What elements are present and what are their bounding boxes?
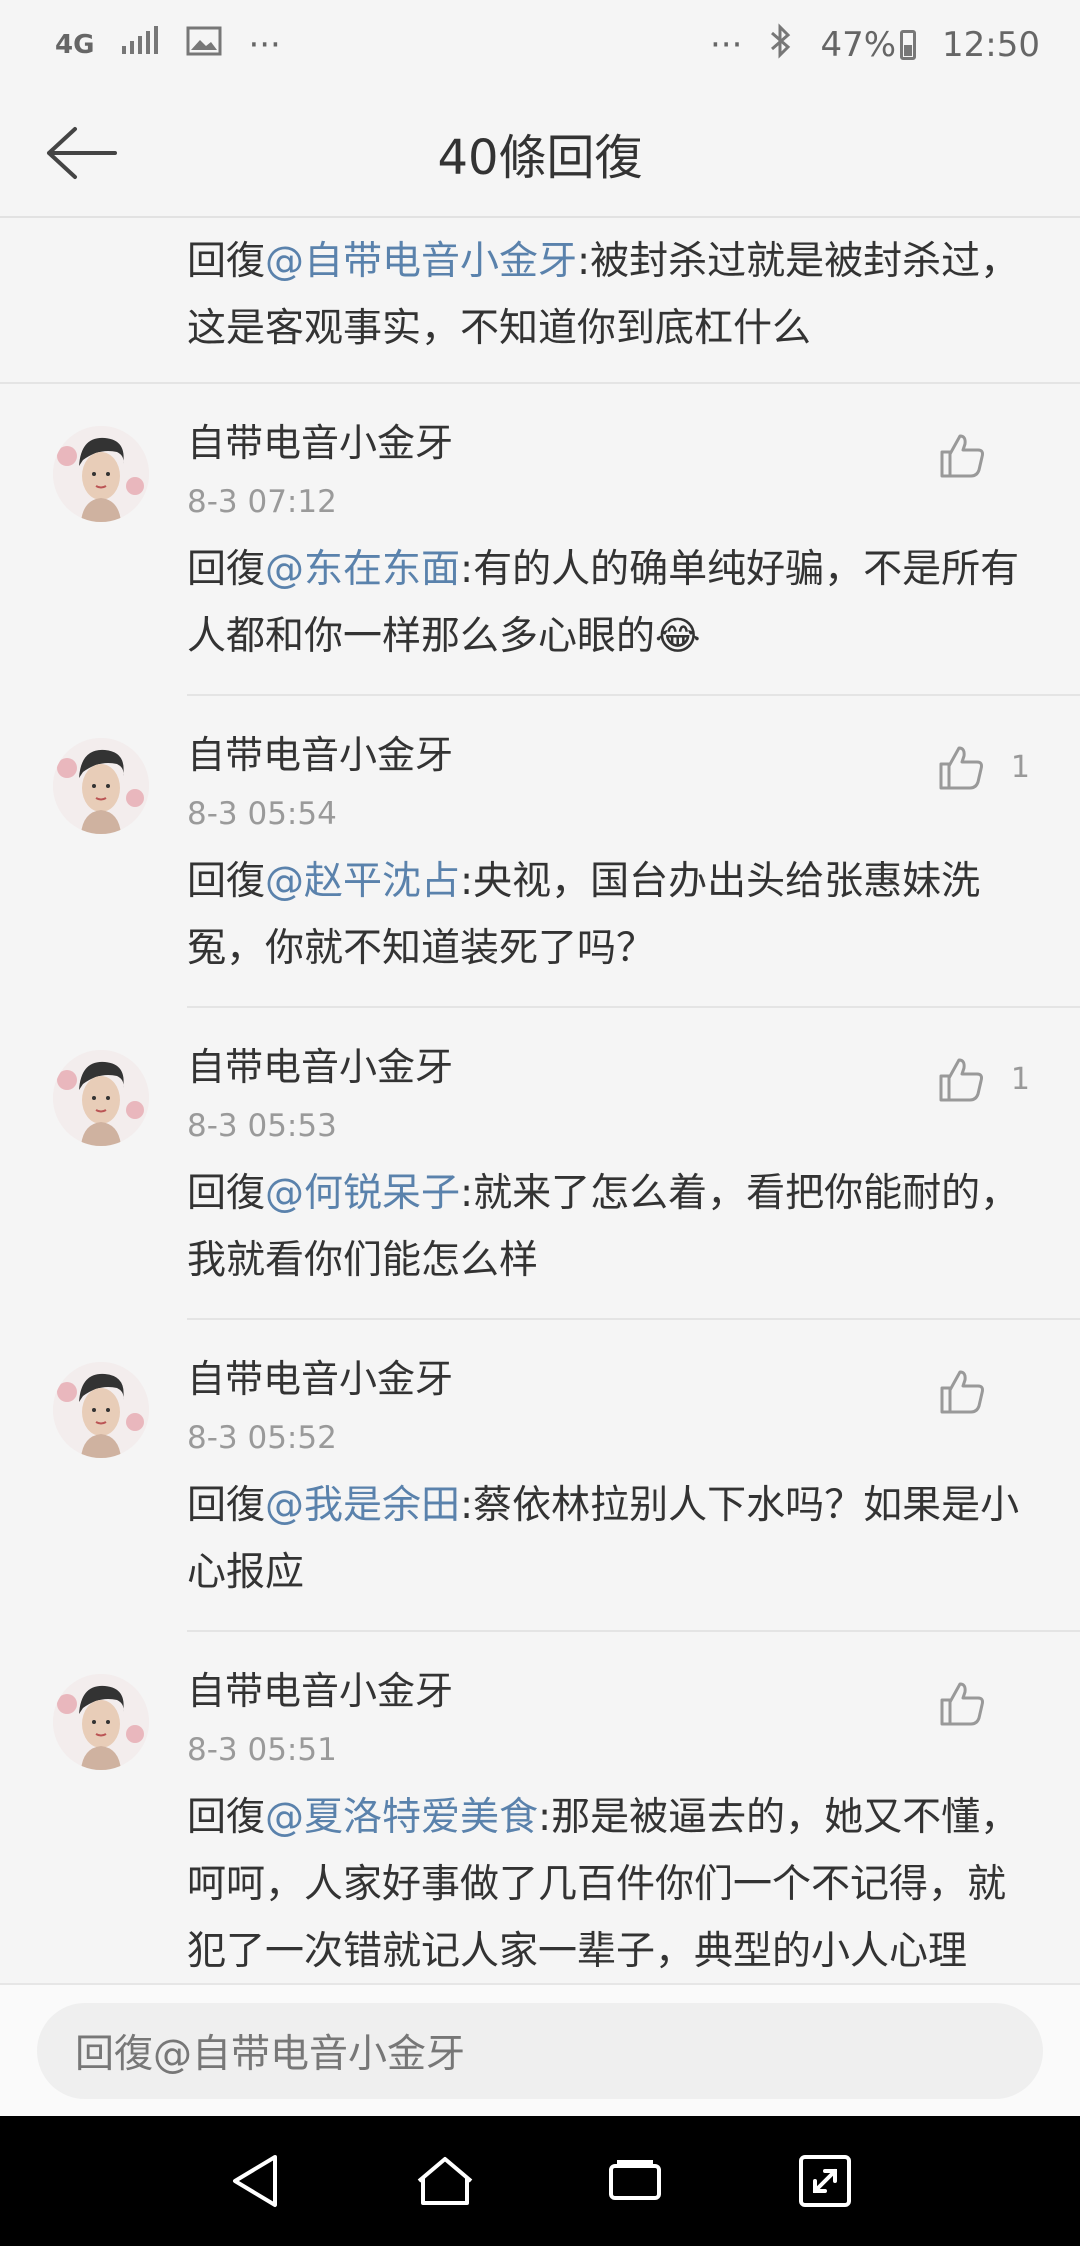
status-bar: 4G ··· ··· 47% 12:50 [0, 0, 1080, 90]
back-button[interactable] [40, 118, 120, 188]
battery-icon [900, 30, 917, 60]
timestamp: 8-3 05:52 [187, 1420, 337, 1456]
username[interactable]: 自带电音小金牙 [187, 1038, 1030, 1096]
bluetooth-icon [768, 22, 794, 68]
reply-prefix: 回復 [187, 1483, 266, 1528]
reply-prefix: 回復 [187, 1795, 266, 1840]
mention-link[interactable]: @东在东面 [265, 547, 460, 592]
list-item[interactable]: 自带电音小金牙 8-3 05:51 回復@夏洛特爱美食:那是被逼去的，她又不懂，… [0, 1632, 1080, 1983]
system-nav-bar [0, 2116, 1080, 2246]
list-item[interactable]: 自带电音小金牙 8-3 07:12 回復@东在东面:有的人的确单纯好骗，不是所有… [0, 384, 1080, 696]
timestamp: 8-3 05:54 [187, 796, 337, 832]
list-item[interactable]: 自带电音小金牙 8-3 05:52 回復@我是余田:蔡依林拉别人下水吗？如果是小… [0, 1320, 1080, 1632]
image-icon [186, 25, 222, 65]
thumbs-up-icon [940, 1682, 984, 1726]
thumbs-up-icon [940, 434, 984, 478]
list-item[interactable]: 自带电音小金牙 8-3 05:53 回復@何锐呆子:就来了怎么着，看把你能耐的，… [0, 1008, 1080, 1320]
expand-icon [799, 2155, 851, 2207]
battery-percent: 47% [820, 25, 897, 65]
avatar[interactable] [53, 1362, 149, 1458]
mention-link[interactable]: @赵平沈占 [265, 859, 460, 904]
mention-link[interactable]: @我是余田 [265, 1483, 460, 1528]
reply-list[interactable]: 回復@自带电音小金牙:被封杀过就是被封杀过，这是客观事实，不知道你到底杠什么 自… [0, 218, 1080, 1983]
reply-prefix: 回復 [187, 859, 266, 904]
like-button[interactable]: 1 [937, 744, 1030, 790]
list-item[interactable]: 回復@自带电音小金牙:被封杀过就是被封杀过，这是客观事实，不知道你到底杠什么 [0, 218, 1080, 384]
triangle-back-icon [233, 2155, 277, 2207]
mention-link[interactable]: @夏洛特爱美食 [265, 1795, 538, 1840]
like-button[interactable]: 1 [937, 1056, 1030, 1102]
username[interactable]: 自带电音小金牙 [187, 726, 1030, 784]
username[interactable]: 自带电音小金牙 [187, 1350, 1030, 1408]
avatar[interactable] [53, 1674, 149, 1770]
reply-prefix: 回復 [187, 1171, 266, 1216]
home-icon [417, 2157, 473, 2205]
timestamp: 8-3 05:51 [187, 1732, 337, 1768]
mention-link[interactable]: @自带电音小金牙 [265, 239, 577, 284]
reply-prefix: 回復 [187, 547, 266, 592]
recents-icon [609, 2160, 661, 2200]
thumbs-up-icon [939, 746, 983, 790]
reply-input[interactable]: 回復@自带电音小金牙 [37, 2002, 1043, 2099]
thumbs-up-icon [940, 1370, 984, 1414]
arrow-left-icon [47, 127, 117, 179]
comment-text: 回復@自带电音小金牙:被封杀过就是被封杀过，这是客观事实，不知道你到底杠什么 [187, 228, 1030, 362]
avatar[interactable] [53, 1050, 149, 1146]
like-button[interactable] [938, 1368, 1030, 1414]
header-bar: 40條回復 [0, 90, 1080, 218]
timestamp: 8-3 07:12 [187, 484, 337, 520]
list-item[interactable]: 自带电音小金牙 8-3 05:54 回復@赵平沈占:央视，国台办出头给张惠妹洗冤… [0, 696, 1080, 1008]
reply-bar: 回復@自带电音小金牙 [0, 1983, 1080, 2116]
like-button[interactable] [938, 1680, 1030, 1726]
nav-recents-button[interactable] [595, 2141, 675, 2221]
comment-text: 回復@何锐呆子:就来了怎么着，看把你能耐的，我就看你们能怎么样 [187, 1160, 1030, 1294]
timestamp: 8-3 05:53 [187, 1108, 337, 1144]
like-count: 1 [1010, 1061, 1030, 1097]
signal-icon [120, 25, 160, 65]
comment-text: 回復@赵平沈占:央视，国台办出头给张惠妹洗冤，你就不知道装死了吗？ [187, 848, 1030, 982]
clock: 12:50 [942, 25, 1040, 65]
thumbs-up-icon [939, 1058, 983, 1102]
nav-back-button[interactable] [215, 2141, 295, 2221]
network-type: 4G [55, 30, 95, 60]
avatar[interactable] [53, 738, 149, 834]
more-notifications: ··· [248, 25, 281, 65]
nav-home-button[interactable] [405, 2141, 485, 2221]
like-count: 1 [1010, 749, 1030, 785]
mention-link[interactable]: @何锐呆子 [265, 1171, 460, 1216]
comment-text: 回復@我是余田:蔡依林拉别人下水吗？如果是小心报应 [187, 1472, 1030, 1606]
nav-expand-button[interactable] [785, 2141, 865, 2221]
reply-prefix: 回復 [187, 239, 266, 284]
username[interactable]: 自带电音小金牙 [187, 1662, 1030, 1720]
username[interactable]: 自带电音小金牙 [187, 414, 1030, 472]
like-button[interactable] [938, 432, 1030, 478]
avatar[interactable] [53, 426, 149, 522]
comment-text: 回復@夏洛特爱美食:那是被逼去的，她又不懂，呵呵，人家好事做了几百件你们一个不记… [187, 1784, 1030, 1983]
more-status: ··· [710, 25, 743, 65]
comment-text: 回復@东在东面:有的人的确单纯好骗，不是所有人都和你一样那么多心眼的😂 [187, 536, 1030, 670]
page-title: 40條回復 [437, 130, 643, 186]
